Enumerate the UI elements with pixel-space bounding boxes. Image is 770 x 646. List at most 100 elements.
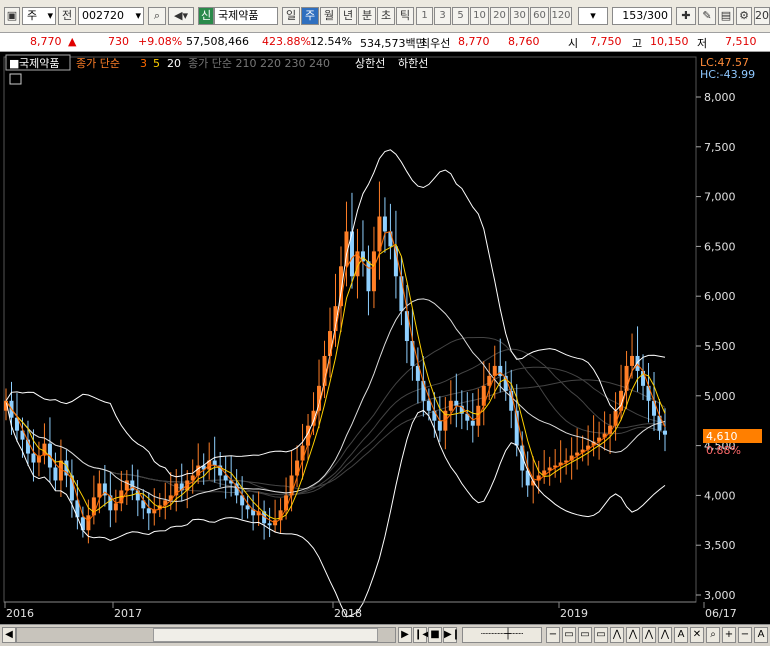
price-tag-value: 4,610: [706, 430, 738, 443]
quote-open-label: 시: [568, 37, 579, 50]
scroll-thumb[interactable]: [153, 628, 378, 642]
right-label[interactable]: 20: [754, 7, 770, 25]
y-tick-label-6: 6,000: [704, 290, 736, 303]
speed-slider[interactable]: ┈┈┈┈┼┈┈: [462, 627, 542, 643]
candle-body-89: [492, 365, 497, 376]
speaker-icon[interactable]: ◀▾: [168, 7, 194, 25]
window-icon[interactable]: ▣: [4, 7, 20, 25]
period-tab-3[interactable]: 년: [339, 7, 357, 25]
quote-ask: 8,770: [458, 35, 490, 48]
price-tag-pct: 0.88%: [706, 444, 741, 457]
quote-bid: 8,760: [508, 35, 540, 48]
text-tool-icon-2[interactable]: A: [754, 627, 768, 643]
stock-name[interactable]: 국제약품: [214, 7, 278, 25]
candles-group: [4, 181, 667, 544]
interval-button-3[interactable]: 10: [470, 7, 489, 25]
candle-body-5: [31, 453, 36, 463]
legend-ma3: 3: [140, 57, 147, 70]
legend-ma-label: 종가 단순: [76, 57, 120, 70]
interval-button-0[interactable]: 1: [416, 7, 433, 25]
chart-area[interactable]: 3,000 3,500 4,000 4,500 5,000 5,500 6,000 6,500…: [0, 52, 770, 624]
gear-icon[interactable]: ⚙: [736, 7, 752, 25]
play-button[interactable]: ▶: [398, 627, 412, 643]
stop-button[interactable]: ■: [428, 627, 442, 643]
delete-icon[interactable]: ✕: [690, 627, 704, 643]
grid-icon: [9, 73, 22, 85]
period-tab-2[interactable]: 월: [320, 7, 338, 25]
count-total: /300: [643, 9, 668, 22]
y-tick-label-0: 3,000: [704, 589, 736, 602]
candle-body-9: [53, 467, 58, 481]
count-input[interactable]: 153/300: [612, 7, 672, 25]
save-icon[interactable]: ▤: [718, 7, 734, 25]
interval-dropdown[interactable]: ▾: [578, 7, 608, 25]
step-back-button[interactable]: ❙◀: [413, 627, 430, 643]
prev-button[interactable]: 전: [58, 7, 76, 25]
quote-change-pct: +9.08%: [138, 35, 183, 48]
tool-icon-5[interactable]: ⋀: [626, 627, 640, 643]
interval-button-4[interactable]: 20: [490, 7, 509, 25]
tool-icon-6[interactable]: ⋀: [642, 627, 656, 643]
y-tick-label-10: 8,000: [704, 91, 736, 104]
candle-body-118: [652, 400, 657, 416]
zoom-out-icon[interactable]: −: [546, 627, 560, 643]
search-icon[interactable]: ⌕: [148, 7, 166, 25]
interval-button-6[interactable]: 60: [530, 7, 549, 25]
candle-body-82: [454, 400, 459, 406]
candle-body-44: [245, 505, 250, 510]
candle-body-115: [635, 355, 640, 371]
text-tool-icon[interactable]: A: [674, 627, 688, 643]
y-tick-label-8: 7,000: [704, 191, 736, 204]
candle-body-69: [382, 216, 387, 232]
quote-low: 7,510: [725, 35, 757, 48]
x-tick-label-3: 2019: [560, 607, 588, 620]
period-tab-6[interactable]: 틱: [396, 7, 414, 25]
draw-icon[interactable]: ✎: [698, 7, 716, 25]
interval-button-1[interactable]: 3: [434, 7, 451, 25]
candle-body-81: [448, 400, 453, 411]
candle-body-79: [437, 420, 442, 431]
candle-body-77: [426, 400, 431, 411]
market-select[interactable]: 주 ▾: [22, 7, 56, 25]
step-forward-button[interactable]: ▶❙: [443, 627, 460, 643]
period-tab-1[interactable]: 주: [301, 7, 319, 25]
quote-amount: 534,573백만: [360, 37, 426, 50]
quote-high-label: 고: [632, 37, 643, 50]
stock-badge: 신: [198, 7, 214, 25]
candle-body-67: [371, 251, 376, 292]
legend-stock-name: 국제약품: [19, 56, 59, 70]
candle-body-15: [86, 515, 91, 531]
legend-hc: HC:-43.99: [700, 68, 755, 81]
candle-body-114: [630, 355, 635, 366]
period-tab-5[interactable]: 초: [377, 7, 395, 25]
tool-icon-4[interactable]: ⋀: [610, 627, 624, 643]
interval-button-5[interactable]: 30: [510, 7, 529, 25]
candle-body-116: [641, 370, 646, 386]
candle-body-78: [432, 410, 437, 421]
x-tick-label-2: 2018: [334, 607, 362, 620]
period-tab-4[interactable]: 분: [358, 7, 376, 25]
scroll-left-button[interactable]: ◀: [2, 627, 16, 643]
interval-button-7[interactable]: 120: [550, 7, 572, 25]
tool-icon-1[interactable]: ▭: [562, 627, 576, 643]
period-tab-0[interactable]: 일: [282, 7, 300, 25]
tool-icon-2[interactable]: ▭: [578, 627, 592, 643]
code-input[interactable]: 002720 ▾: [78, 7, 144, 25]
interval-button-2[interactable]: 5: [452, 7, 469, 25]
y-tick-label-7: 6,500: [704, 240, 736, 253]
y-tick-label-2: 4,000: [704, 489, 736, 502]
market-label: 주: [27, 9, 38, 22]
zoom-in-icon[interactable]: +: [722, 627, 736, 643]
tool-icon-7[interactable]: ⋀: [658, 627, 672, 643]
quote-open: 7,750: [590, 35, 622, 48]
zoom-out-icon-2[interactable]: −: [738, 627, 752, 643]
candle-body-66: [366, 261, 371, 292]
scroll-track[interactable]: [16, 627, 396, 643]
price-chart[interactable]: 3,0003,5004,0004,5005,0005,5006,0006,500…: [0, 52, 770, 624]
candle-body-40: [223, 475, 228, 481]
plot-frame: [3, 56, 697, 603]
search-icon[interactable]: ⌕: [706, 627, 720, 643]
compare-icon[interactable]: ✚: [676, 7, 696, 25]
tool-icon-3[interactable]: ▭: [594, 627, 608, 643]
x-tick-label-1: 2017: [114, 607, 142, 620]
